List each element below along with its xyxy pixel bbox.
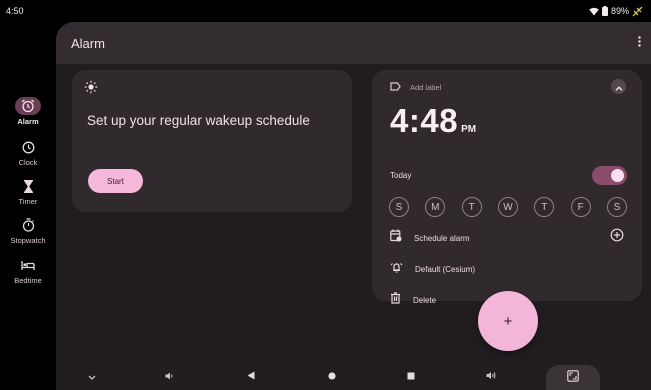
volume-up-button[interactable] xyxy=(483,362,499,390)
day-saturday[interactable]: S xyxy=(606,197,627,217)
alarm-ampm: PM xyxy=(461,124,477,135)
day-monday[interactable]: M xyxy=(425,197,446,217)
ringtone-row[interactable]: Default (Cesium) xyxy=(390,260,475,278)
app-surface: Alarm Set up your regular wakeup schedul… xyxy=(56,22,651,362)
volume-down-icon xyxy=(165,367,174,385)
wifi-icon xyxy=(589,7,599,16)
status-bar: 4:50 89% xyxy=(0,0,651,22)
back-button[interactable] xyxy=(243,362,259,390)
volume-up-icon xyxy=(486,367,497,385)
delete-row[interactable]: Delete xyxy=(390,291,436,309)
status-time: 4:50 xyxy=(6,6,24,16)
alarm-time-value: 4:48 xyxy=(390,102,459,139)
chevron-up-icon xyxy=(615,78,623,96)
add-label-button[interactable]: Add label xyxy=(390,79,441,95)
recents-icon xyxy=(407,367,415,385)
screenshot-button[interactable] xyxy=(546,365,600,390)
more-vert-icon xyxy=(637,34,641,52)
alarm-card: Add label 4:48 PM Today S M T W T F S Sc… xyxy=(372,70,642,305)
bed-icon xyxy=(15,256,41,274)
trash-icon xyxy=(390,291,401,309)
stopwatch-icon xyxy=(15,216,41,234)
add-label-text: Add label xyxy=(410,82,442,92)
more-options-button[interactable] xyxy=(631,33,647,53)
battery-icon xyxy=(601,6,608,16)
nav-label-timer: Timer xyxy=(18,197,38,206)
nav-item-alarm[interactable]: Alarm xyxy=(0,97,56,126)
home-button[interactable] xyxy=(324,362,340,390)
page-title: Alarm xyxy=(71,35,105,51)
day-tuesday[interactable]: T xyxy=(461,197,482,217)
schedule-alarm-label: Schedule alarm xyxy=(414,233,470,243)
navigation-rail: Alarm Clock Timer Stopwatch Bedtime xyxy=(0,22,56,362)
nav-item-timer[interactable]: Timer xyxy=(0,177,56,206)
day-thursday[interactable]: T xyxy=(534,197,555,217)
nav-item-stopwatch[interactable]: Stopwatch xyxy=(0,216,56,245)
screenshot-icon xyxy=(567,369,579,387)
alarm-toggle[interactable] xyxy=(592,166,627,185)
battery-saver-icon xyxy=(632,6,643,17)
system-navigation-bar xyxy=(56,362,651,390)
collapse-button[interactable] xyxy=(611,79,626,94)
top-app-bar: Alarm xyxy=(56,22,651,64)
plus-icon: + xyxy=(503,312,513,330)
home-icon xyxy=(328,367,336,385)
nav-label-bedtime: Bedtime xyxy=(14,276,42,285)
status-icons: 89% xyxy=(589,6,643,17)
chevron-down-icon xyxy=(88,367,96,385)
ringing-bell-icon xyxy=(390,260,403,278)
nav-item-bedtime[interactable]: Bedtime xyxy=(0,256,56,285)
day-selector: S M T W T F S xyxy=(389,197,627,217)
clock-icon xyxy=(15,138,41,156)
nav-label-clock: Clock xyxy=(18,158,38,167)
day-sunday[interactable]: S xyxy=(389,197,409,217)
calendar-schedule-icon xyxy=(390,229,402,247)
recents-button[interactable] xyxy=(403,362,419,390)
alarm-time[interactable]: 4:48 PM xyxy=(390,102,476,140)
nav-collapse-button[interactable] xyxy=(84,362,100,390)
wakeup-schedule-card: Set up your regular wakeup schedule Star… xyxy=(72,70,352,212)
start-button[interactable]: Start xyxy=(88,169,143,193)
label-icon xyxy=(390,78,401,96)
add-circle-icon[interactable] xyxy=(610,228,624,247)
back-icon xyxy=(247,367,255,385)
nav-label-stopwatch: Stopwatch xyxy=(10,236,46,245)
day-friday[interactable]: F xyxy=(570,197,591,217)
battery-percent: 89% xyxy=(610,6,629,16)
add-alarm-button[interactable]: + xyxy=(478,291,538,351)
ringtone-label: Default (Cesium) xyxy=(415,264,476,274)
hourglass-icon xyxy=(15,177,41,195)
delete-label: Delete xyxy=(413,295,437,305)
schedule-alarm-row[interactable]: Schedule alarm xyxy=(390,229,470,247)
nav-item-clock[interactable]: Clock xyxy=(0,138,56,167)
wakeup-heading: Set up your regular wakeup schedule xyxy=(87,113,310,128)
alarm-icon xyxy=(15,97,41,115)
volume-down-button[interactable] xyxy=(161,362,177,390)
day-wednesday[interactable]: W xyxy=(497,197,518,217)
alarm-repeat-text: Today xyxy=(390,171,412,180)
nav-label-alarm: Alarm xyxy=(17,117,39,126)
toggle-knob xyxy=(611,169,624,182)
sun-icon xyxy=(84,80,98,99)
